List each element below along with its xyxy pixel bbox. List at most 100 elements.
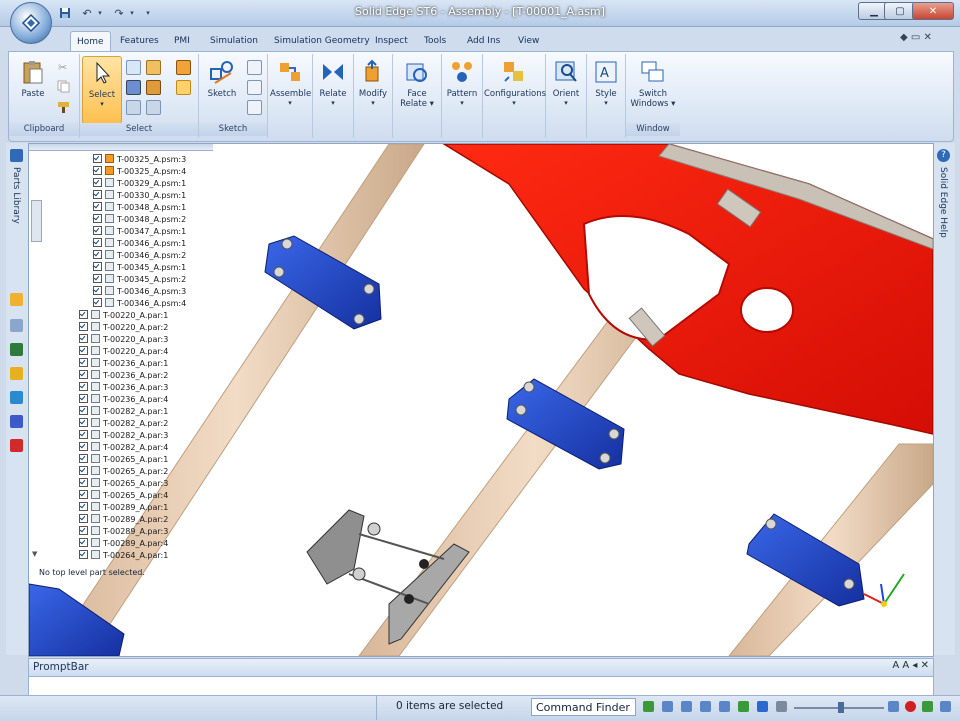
rotate-icon[interactable] — [738, 701, 749, 712]
select-part-icon[interactable] — [146, 60, 161, 75]
visibility-checkbox[interactable] — [79, 526, 88, 535]
help-options-icon[interactable]: ◆ ▭ ✕ — [900, 32, 932, 43]
pathfinder-item[interactable]: T-00345_A.psm:2 — [93, 274, 186, 286]
visibility-checkbox[interactable] — [79, 418, 88, 427]
visibility-checkbox[interactable] — [79, 358, 88, 367]
visibility-checkbox[interactable] — [79, 502, 88, 511]
visibility-checkbox[interactable] — [79, 394, 88, 403]
tab-tools[interactable]: Tools — [418, 31, 452, 51]
visibility-checkbox[interactable] — [79, 454, 88, 463]
pathfinder-item[interactable]: T-00329_A.psm:1 — [93, 178, 186, 190]
sketch-tool-1-icon[interactable] — [247, 60, 262, 75]
record-icon[interactable] — [905, 701, 916, 712]
pathfinder-item[interactable]: T-00220_A.par:4 — [79, 346, 168, 358]
layers-icon[interactable] — [10, 319, 23, 332]
orient-button[interactable]: Orient ▾ — [547, 56, 585, 122]
visibility-checkbox[interactable] — [93, 250, 102, 259]
pathfinder-item[interactable]: T-00348_A.psm:1 — [93, 202, 186, 214]
pathfinder-item[interactable]: T-00236_A.par:2 — [79, 370, 168, 382]
visibility-checkbox[interactable] — [93, 214, 102, 223]
status-settings-icon[interactable] — [940, 701, 951, 712]
tab-add-ins[interactable]: Add Ins — [461, 31, 506, 51]
visibility-checkbox[interactable] — [79, 310, 88, 319]
pan-icon[interactable] — [719, 701, 730, 712]
pathfinder-item[interactable]: T-00282_A.par:1 — [79, 406, 168, 418]
pathfinder-item[interactable]: T-00282_A.par:3 — [79, 430, 168, 442]
modify-button[interactable]: Modify ▾ — [355, 56, 391, 122]
cut-icon[interactable]: ✂ — [57, 60, 70, 74]
command-finder-input[interactable]: Command Finder — [531, 698, 636, 716]
select-body-icon[interactable] — [146, 100, 161, 115]
pathfinder-item[interactable]: T-00346_A.psm:1 — [93, 238, 186, 250]
pathfinder-item[interactable]: T-00236_A.par:4 — [79, 394, 168, 406]
pathfinder-item[interactable]: T-00265_A.par:1 — [79, 454, 168, 466]
application-button[interactable] — [10, 2, 52, 44]
pathfinder-scrollbar[interactable] — [31, 200, 42, 242]
select-face-icon[interactable] — [126, 100, 141, 115]
filter-icon[interactable] — [126, 80, 141, 95]
visibility-checkbox[interactable] — [93, 274, 102, 283]
pathfinder-item[interactable]: T-00220_A.par:1 — [79, 310, 168, 322]
view-options-icon[interactable] — [776, 701, 787, 712]
pathfinder-item[interactable]: T-00289_A.par:2 — [79, 514, 168, 526]
sketch-tool-2-icon[interactable] — [247, 80, 262, 95]
parts-library-tab[interactable]: Parts Library — [11, 167, 21, 224]
paste-button[interactable]: Paste — [13, 56, 53, 122]
box-select-icon[interactable] — [176, 60, 191, 75]
style-button[interactable]: A Style ▾ — [588, 56, 624, 122]
tab-simulation-geometry[interactable]: Simulation Geometry — [268, 31, 376, 51]
pathfinder-item[interactable]: T-00265_A.par:2 — [79, 466, 168, 478]
visibility-checkbox[interactable] — [93, 298, 102, 307]
upload-icon[interactable] — [922, 701, 933, 712]
visibility-checkbox[interactable] — [93, 262, 102, 271]
tab-inspect[interactable]: Inspect — [369, 31, 414, 51]
pathfinder-item[interactable]: T-00265_A.par:3 — [79, 478, 168, 490]
visibility-checkbox[interactable] — [79, 538, 88, 547]
relate-button[interactable]: Relate ▾ — [315, 56, 351, 122]
pathfinder-item[interactable]: T-00282_A.par:4 — [79, 442, 168, 454]
visibility-checkbox[interactable] — [79, 406, 88, 415]
visibility-checkbox[interactable] — [93, 238, 102, 247]
visibility-checkbox[interactable] — [93, 286, 102, 295]
visibility-checkbox[interactable] — [79, 334, 88, 343]
solid-edge-help-tab[interactable]: Solid Edge Help — [938, 167, 948, 238]
sensors-icon[interactable] — [10, 367, 23, 380]
graphics-viewport[interactable]: T-00325_A.psm:3 T-00325_A.psm:4 T-00329_A.… — [28, 143, 934, 657]
pathfinder-item[interactable]: T-00345_A.psm:1 — [93, 262, 186, 274]
pathfinder-icon[interactable] — [10, 293, 23, 306]
visibility-checkbox[interactable] — [93, 178, 102, 187]
visibility-checkbox[interactable] — [79, 490, 88, 499]
visibility-checkbox[interactable] — [79, 322, 88, 331]
pathfinder-item[interactable]: T-00325_A.psm:3 — [93, 154, 186, 166]
select-tools-icon[interactable] — [126, 60, 141, 75]
pattern-button[interactable]: Pattern ▾ — [443, 56, 481, 122]
tab-simulation[interactable]: Simulation — [204, 31, 264, 51]
pathfinder-item[interactable]: T-00330_A.psm:1 — [93, 190, 186, 202]
family-of-parts-icon[interactable] — [10, 391, 23, 404]
visibility-checkbox[interactable] — [79, 370, 88, 379]
pathfinder-item[interactable]: T-00346_A.psm:4 — [93, 298, 186, 310]
scroll-down-arrow-icon[interactable]: ▼ — [32, 550, 37, 558]
pathfinder-item[interactable]: T-00348_A.psm:2 — [93, 214, 186, 226]
select-button[interactable]: Select ▾ — [82, 56, 122, 124]
pathfinder-item[interactable]: T-00325_A.psm:4 — [93, 166, 186, 178]
visibility-checkbox[interactable] — [79, 442, 88, 451]
zoom-area-icon[interactable] — [662, 701, 673, 712]
feature-library-icon[interactable] — [10, 343, 23, 356]
help-icon[interactable]: ? — [937, 149, 950, 162]
pathfinder-item[interactable]: T-00236_A.par:1 — [79, 358, 168, 370]
pathfinder-item[interactable]: T-00347_A.psm:1 — [93, 226, 186, 238]
tab-view[interactable]: View — [512, 31, 545, 51]
tab-features[interactable]: Features — [114, 31, 165, 51]
visibility-checkbox[interactable] — [79, 514, 88, 523]
switch-windows-button[interactable]: Switch Windows ▾ — [627, 56, 679, 122]
pathfinder-item[interactable]: T-00264_A.par:1 — [79, 550, 168, 562]
visibility-checkbox[interactable] — [93, 202, 102, 211]
visibility-checkbox[interactable] — [93, 154, 102, 163]
select-assembly-icon[interactable] — [146, 80, 161, 95]
assemble-button[interactable]: Assemble ▾ — [270, 56, 311, 122]
parts-library-icon[interactable] — [10, 149, 23, 162]
youtube-icon[interactable] — [10, 439, 23, 452]
copy-icon[interactable] — [57, 80, 70, 93]
pathfinder-item[interactable]: T-00220_A.par:3 — [79, 334, 168, 346]
